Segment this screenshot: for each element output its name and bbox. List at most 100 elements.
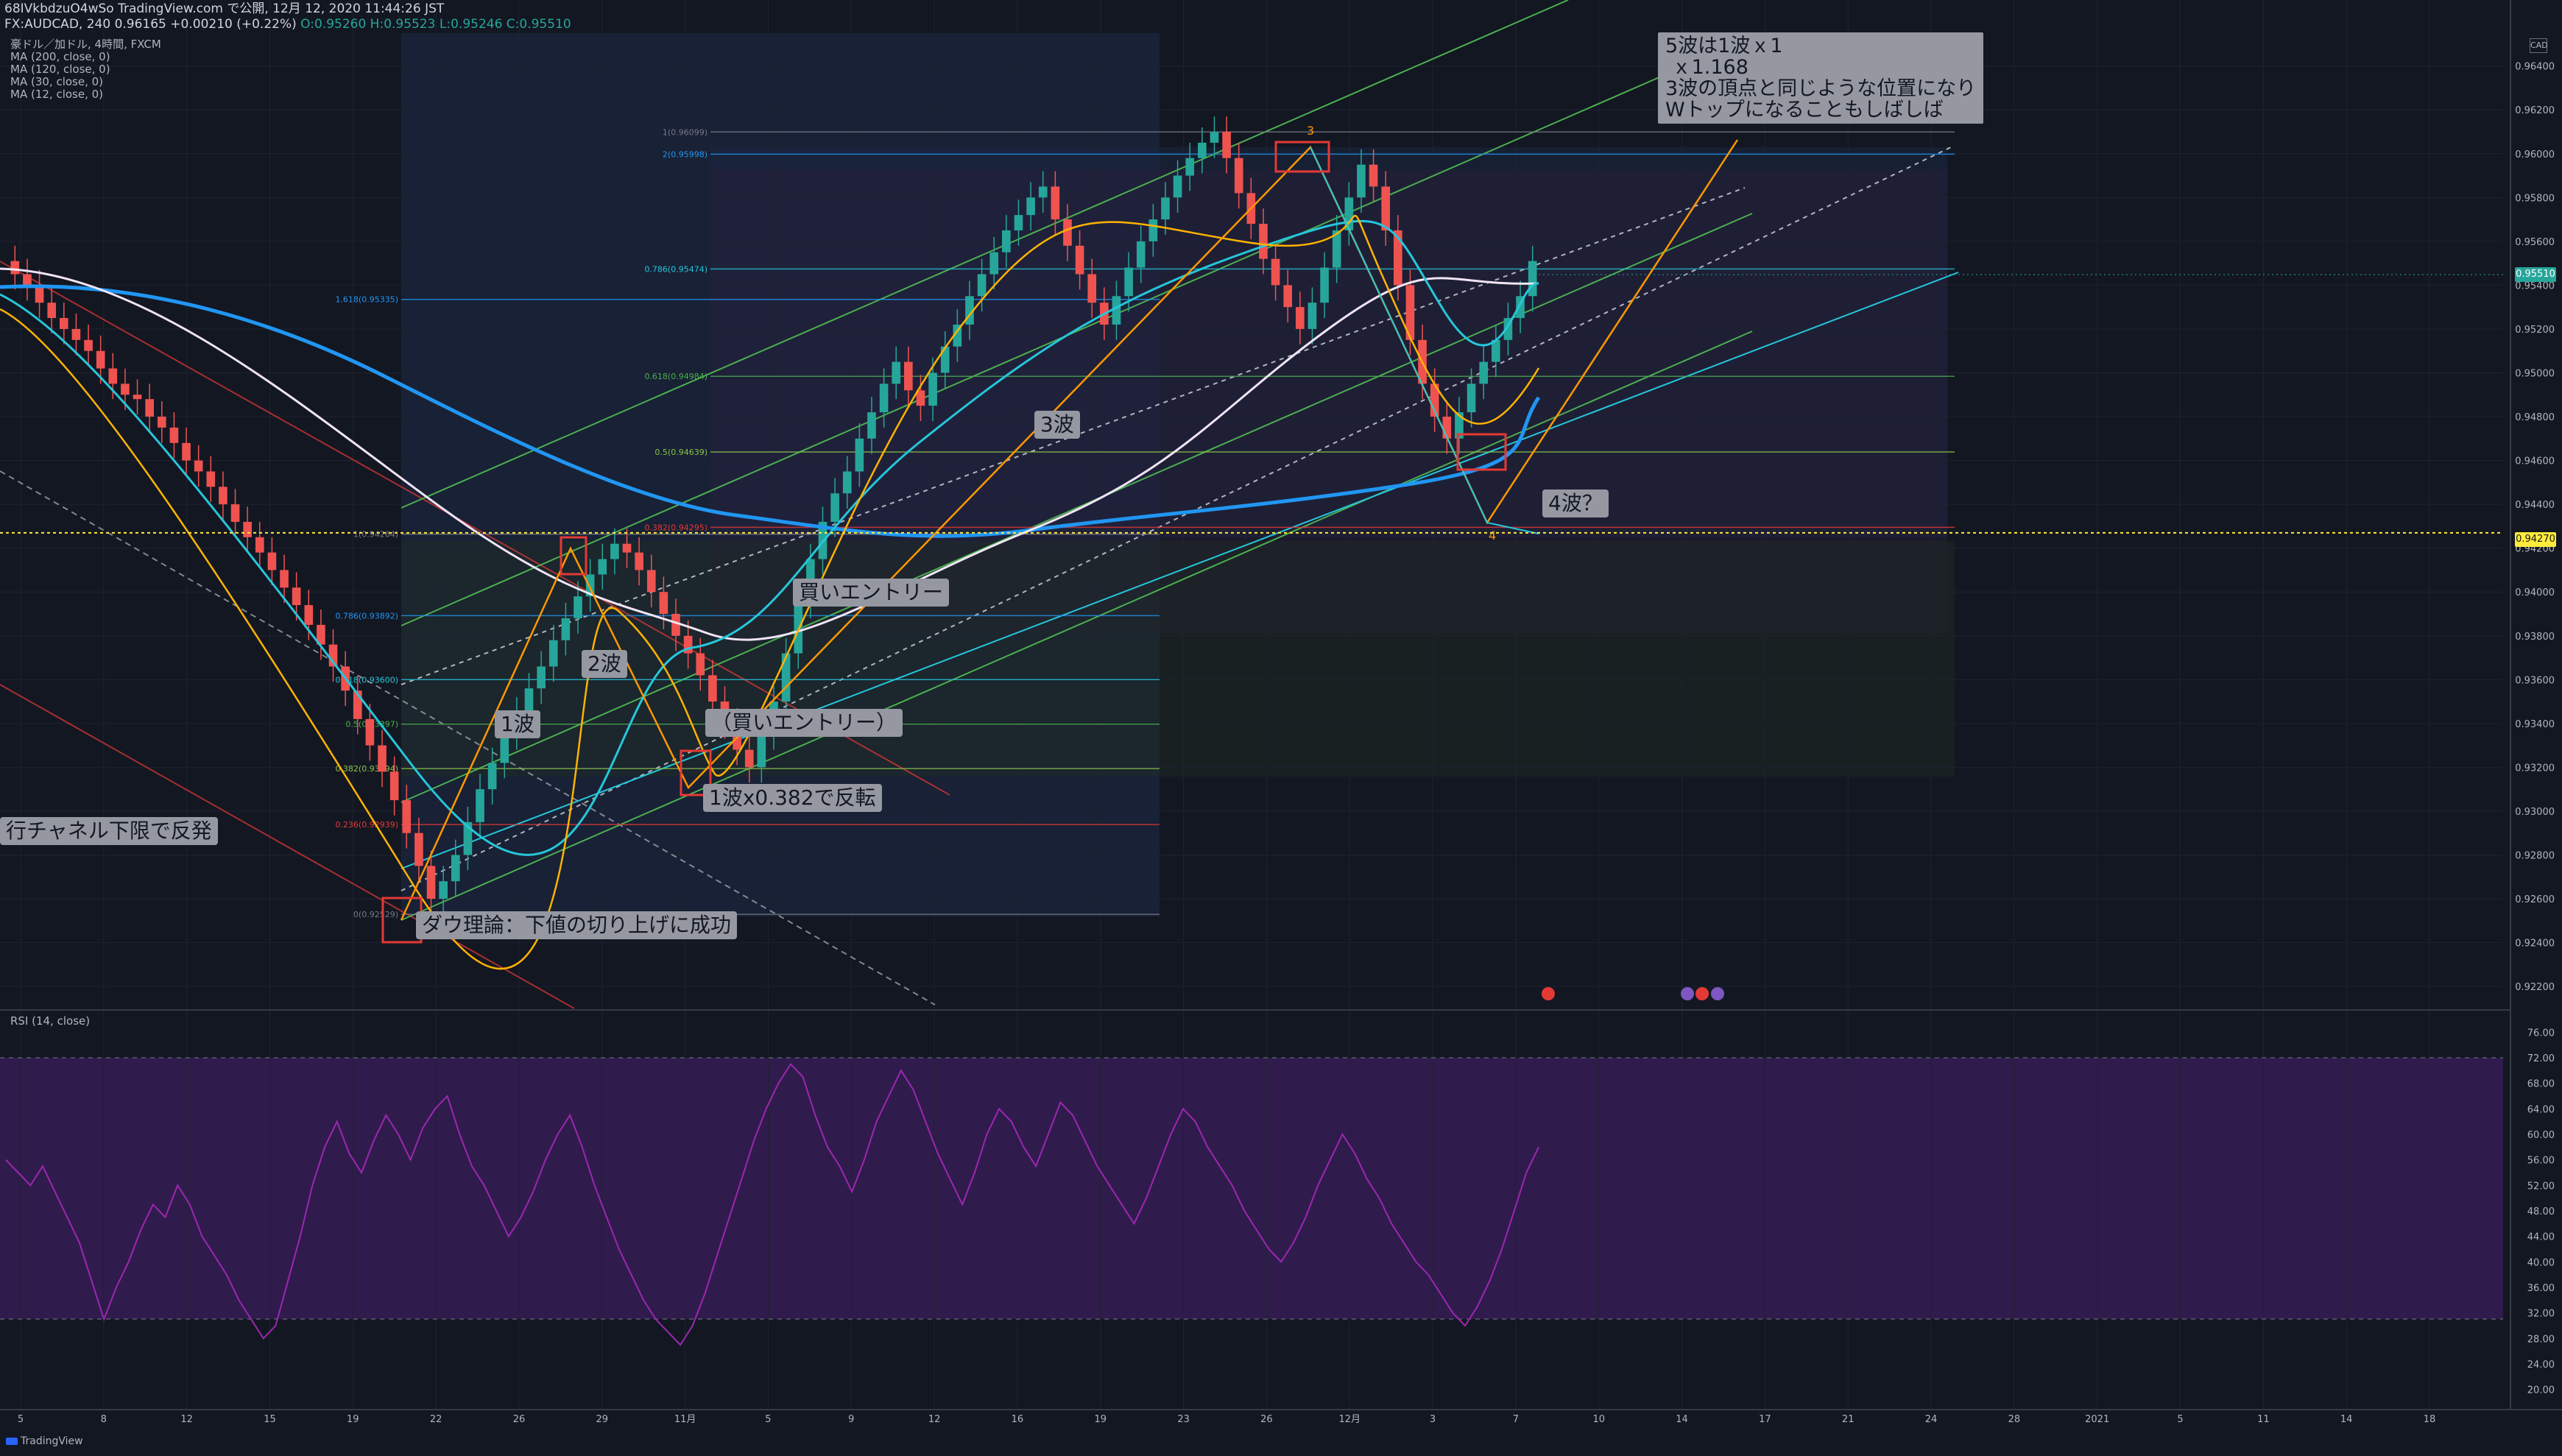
time-tick-label: 22 xyxy=(430,1414,442,1425)
price-tick-label: 0.95400 xyxy=(2515,280,2555,291)
candle xyxy=(1283,285,1293,308)
candle xyxy=(940,346,950,373)
annotation-dow: ダウ理論：下値の切り上げに成功 xyxy=(416,911,738,939)
price-tick-label: 0.94800 xyxy=(2515,412,2555,423)
candle xyxy=(904,361,913,391)
rsi-tick-label: 40.00 xyxy=(2527,1257,2555,1268)
candle xyxy=(1271,258,1280,286)
time-tick-label: 21 xyxy=(1842,1414,1855,1425)
rsi-tick-label: 48.00 xyxy=(2527,1206,2555,1218)
rsi-tick-label: 68.00 xyxy=(2527,1079,2555,1090)
event-marker-icon xyxy=(1695,987,1709,1000)
candle xyxy=(1087,274,1097,303)
currency-settings-icon[interactable]: CAD xyxy=(2530,38,2548,53)
candle xyxy=(84,339,93,351)
rsi-tick-label: 76.00 xyxy=(2527,1028,2555,1039)
candle xyxy=(426,866,436,900)
candle xyxy=(1296,307,1305,329)
candle xyxy=(451,855,460,882)
price-tick-label: 0.96400 xyxy=(2515,62,2555,73)
candle xyxy=(243,521,252,537)
candle xyxy=(280,570,289,588)
candle xyxy=(1320,267,1329,303)
candle xyxy=(96,350,105,369)
time-tick-label: 19 xyxy=(1094,1414,1107,1425)
time-tick-label: 23 xyxy=(1177,1414,1190,1425)
candle xyxy=(830,493,839,522)
annotation-channel-low: 行チャネル下限で反発 xyxy=(0,817,218,845)
candle xyxy=(867,412,876,439)
candle xyxy=(219,487,227,505)
time-tick-label: 24 xyxy=(1925,1414,1938,1425)
brand-label: TradingView xyxy=(21,1435,83,1447)
event-marker-icon xyxy=(1711,987,1724,1000)
time-tick-label: 9 xyxy=(848,1414,854,1425)
last-price: 0.96165 xyxy=(114,17,166,32)
time-tick-label: 5 xyxy=(765,1414,771,1425)
time-tick-label: 14 xyxy=(1676,1414,1688,1425)
candle xyxy=(1198,142,1207,158)
symbol-line: FX:AUDCAD, 240 0.96165 +0.00210 (+0.22%)… xyxy=(4,17,571,32)
candle xyxy=(1210,131,1219,143)
time-tick-label: 11月 xyxy=(674,1414,696,1425)
legend-item[interactable]: MA (200, close, 0) xyxy=(10,51,161,63)
legend-title: 豪ドル／加ドル, 4時間, FXCM xyxy=(10,38,161,51)
fib-level-label: 1(0.96099) xyxy=(663,127,707,137)
legend-item[interactable]: MA (120, close, 0) xyxy=(10,63,161,76)
time-tick-label: 11 xyxy=(2257,1414,2270,1425)
annotation-wave3: 3波 xyxy=(1034,411,1080,439)
candle xyxy=(646,570,656,593)
candle xyxy=(1014,215,1023,230)
candle xyxy=(1038,186,1048,198)
time-tick-label: 28 xyxy=(2008,1414,2021,1425)
candle xyxy=(389,771,399,801)
annotation-wave2: 2波 xyxy=(582,650,627,678)
publish-info: 68IVkbdzuO4wSo TradingView.com で公開, 12月 … xyxy=(4,1,445,16)
fib-level-label: 2(0.95998) xyxy=(663,149,707,159)
rsi-label: RSI (14, close) xyxy=(10,1014,91,1028)
candle xyxy=(548,640,558,667)
price-tick-label: 0.94600 xyxy=(2515,456,2555,467)
time-tick-label: 2021 xyxy=(2085,1414,2109,1425)
fib-level-label: 1(0.94264) xyxy=(353,530,398,540)
time-tick-label: 10 xyxy=(1592,1414,1605,1425)
price-tick-label: 0.92800 xyxy=(2515,850,2555,861)
price-tick-label: 0.92400 xyxy=(2515,939,2555,950)
candle xyxy=(1467,384,1476,413)
candle xyxy=(23,274,32,286)
price-chart[interactable]: 1(0.94264)0.786(0.93892)0.618(0.93600)0.… xyxy=(0,0,2562,1456)
price-tick-label: 0.94000 xyxy=(2515,587,2555,598)
annotation-buy1: 買いエントリー xyxy=(793,579,950,607)
candle xyxy=(47,303,57,319)
candle xyxy=(1173,175,1182,198)
rsi-tick-label: 24.00 xyxy=(2527,1360,2555,1371)
fib-level-label: 0(0.92529) xyxy=(353,910,398,919)
candle xyxy=(304,605,314,625)
legend-item[interactable]: MA (12, close, 0) xyxy=(10,88,161,101)
rsi-tick-label: 56.00 xyxy=(2527,1156,2555,1167)
candle xyxy=(378,745,387,772)
candle xyxy=(71,328,81,340)
fib-level-label: 0.786(0.93892) xyxy=(335,611,398,621)
chart-header: 68IVkbdzuO4wSo TradingView.com で公開, 12月 … xyxy=(4,1,571,32)
candle xyxy=(439,881,448,900)
time-tick-label: 5 xyxy=(2177,1414,2183,1425)
rsi-band xyxy=(0,1058,2503,1319)
candle xyxy=(561,618,571,640)
fib-level-label: 1.618(0.95335) xyxy=(335,295,398,305)
candle xyxy=(1112,296,1121,325)
time-tick-label: 5 xyxy=(18,1414,24,1425)
brand: TradingView xyxy=(6,1435,83,1447)
rsi-tick-label: 60.00 xyxy=(2527,1130,2555,1141)
candle xyxy=(708,675,717,702)
candle xyxy=(1259,224,1268,259)
fib-level-label: 0.236(0.92939) xyxy=(335,820,398,830)
time-tick-label: 19 xyxy=(347,1414,359,1425)
candle xyxy=(255,537,264,553)
candle xyxy=(1528,261,1537,297)
candle xyxy=(1148,219,1158,241)
legend-item[interactable]: MA (30, close, 0) xyxy=(10,76,161,88)
price-tick-label: 0.93400 xyxy=(2515,719,2555,730)
time-tick-label: 26 xyxy=(513,1414,526,1425)
time-tick-label: 14 xyxy=(2340,1414,2353,1425)
